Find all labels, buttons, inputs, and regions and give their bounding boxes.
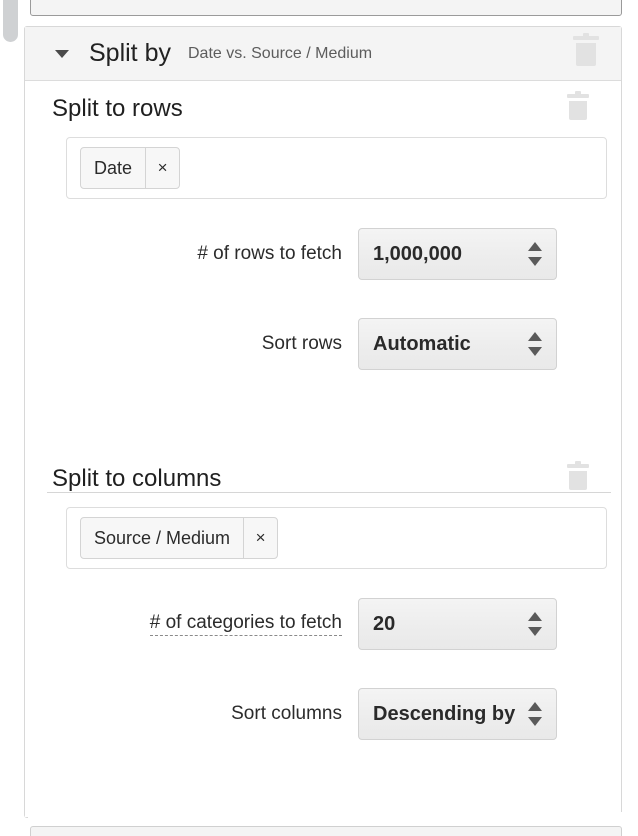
rows-to-fetch-row: # of rows to fetch 1,000,000 xyxy=(25,226,621,282)
dimension-chip-date[interactable]: Date × xyxy=(80,147,180,189)
card-above-partial xyxy=(30,0,622,16)
spinner-updown-icon[interactable] xyxy=(528,241,542,267)
scrollbar-thumb[interactable] xyxy=(3,0,18,42)
vertical-scrollbar[interactable] xyxy=(0,0,22,836)
delete-split-by-button[interactable] xyxy=(573,36,599,71)
chevron-down-icon[interactable] xyxy=(55,50,69,58)
sort-rows-label: Sort rows xyxy=(262,333,342,355)
spinner-updown-icon[interactable] xyxy=(528,611,542,637)
dimension-chip-source-medium[interactable]: Source / Medium × xyxy=(80,517,278,559)
spinner-updown-icon[interactable] xyxy=(528,701,542,727)
categories-to-fetch-value: 20 xyxy=(359,613,431,636)
sort-columns-row: Sort columns Descending by xyxy=(25,686,621,742)
card-below-partial xyxy=(30,826,622,836)
sort-columns-select[interactable]: Descending by xyxy=(358,688,557,740)
sort-columns-label: Sort columns xyxy=(231,703,342,725)
trash-icon xyxy=(567,464,589,490)
categories-to-fetch-select[interactable]: 20 xyxy=(358,598,557,650)
rows-to-fetch-value: 1,000,000 xyxy=(359,243,498,266)
categories-to-fetch-row: # of categories to fetch 20 xyxy=(25,596,621,652)
split-to-columns-section: Split to columns Source / Medium × # of … xyxy=(25,451,621,742)
page-title: Split by xyxy=(89,39,171,68)
split-to-rows-header: Split to rows xyxy=(25,81,621,137)
sort-rows-row: Sort rows Automatic xyxy=(25,316,621,372)
split-by-panel: Split by Date vs. Source / Medium Split … xyxy=(24,26,622,818)
split-by-header[interactable]: Split by Date vs. Source / Medium xyxy=(25,27,621,81)
rows-to-fetch-select[interactable]: 1,000,000 xyxy=(358,228,557,280)
delete-split-to-rows-button[interactable] xyxy=(567,94,589,125)
split-to-rows-section: Split to rows Date × # of rows to fetch … xyxy=(25,81,621,372)
rows-to-fetch-label: # of rows to fetch xyxy=(197,243,342,265)
sort-rows-value: Automatic xyxy=(359,333,507,356)
categories-to-fetch-label[interactable]: # of categories to fetch xyxy=(150,612,342,636)
chip-label: Date xyxy=(81,148,145,188)
split-to-rows-title: Split to rows xyxy=(52,95,183,123)
split-to-rows-dropzone[interactable]: Date × xyxy=(66,137,607,199)
close-icon[interactable]: × xyxy=(145,148,179,188)
split-to-columns-header: Split to columns xyxy=(25,451,621,507)
trash-icon xyxy=(567,94,589,120)
panel-gap xyxy=(28,812,624,822)
split-by-settings-screen: Split by Date vs. Source / Medium Split … xyxy=(0,0,638,836)
spinner-updown-icon[interactable] xyxy=(528,331,542,357)
sort-rows-select[interactable]: Automatic xyxy=(358,318,557,370)
close-icon[interactable]: × xyxy=(243,518,277,558)
chip-label: Source / Medium xyxy=(81,518,243,558)
split-to-columns-title: Split to columns xyxy=(52,465,221,493)
panel-subtitle: Date vs. Source / Medium xyxy=(188,45,372,63)
delete-split-to-columns-button[interactable] xyxy=(567,464,589,495)
trash-icon xyxy=(573,36,599,66)
split-to-columns-dropzone[interactable]: Source / Medium × xyxy=(66,507,607,569)
sort-columns-value: Descending by xyxy=(359,703,551,726)
